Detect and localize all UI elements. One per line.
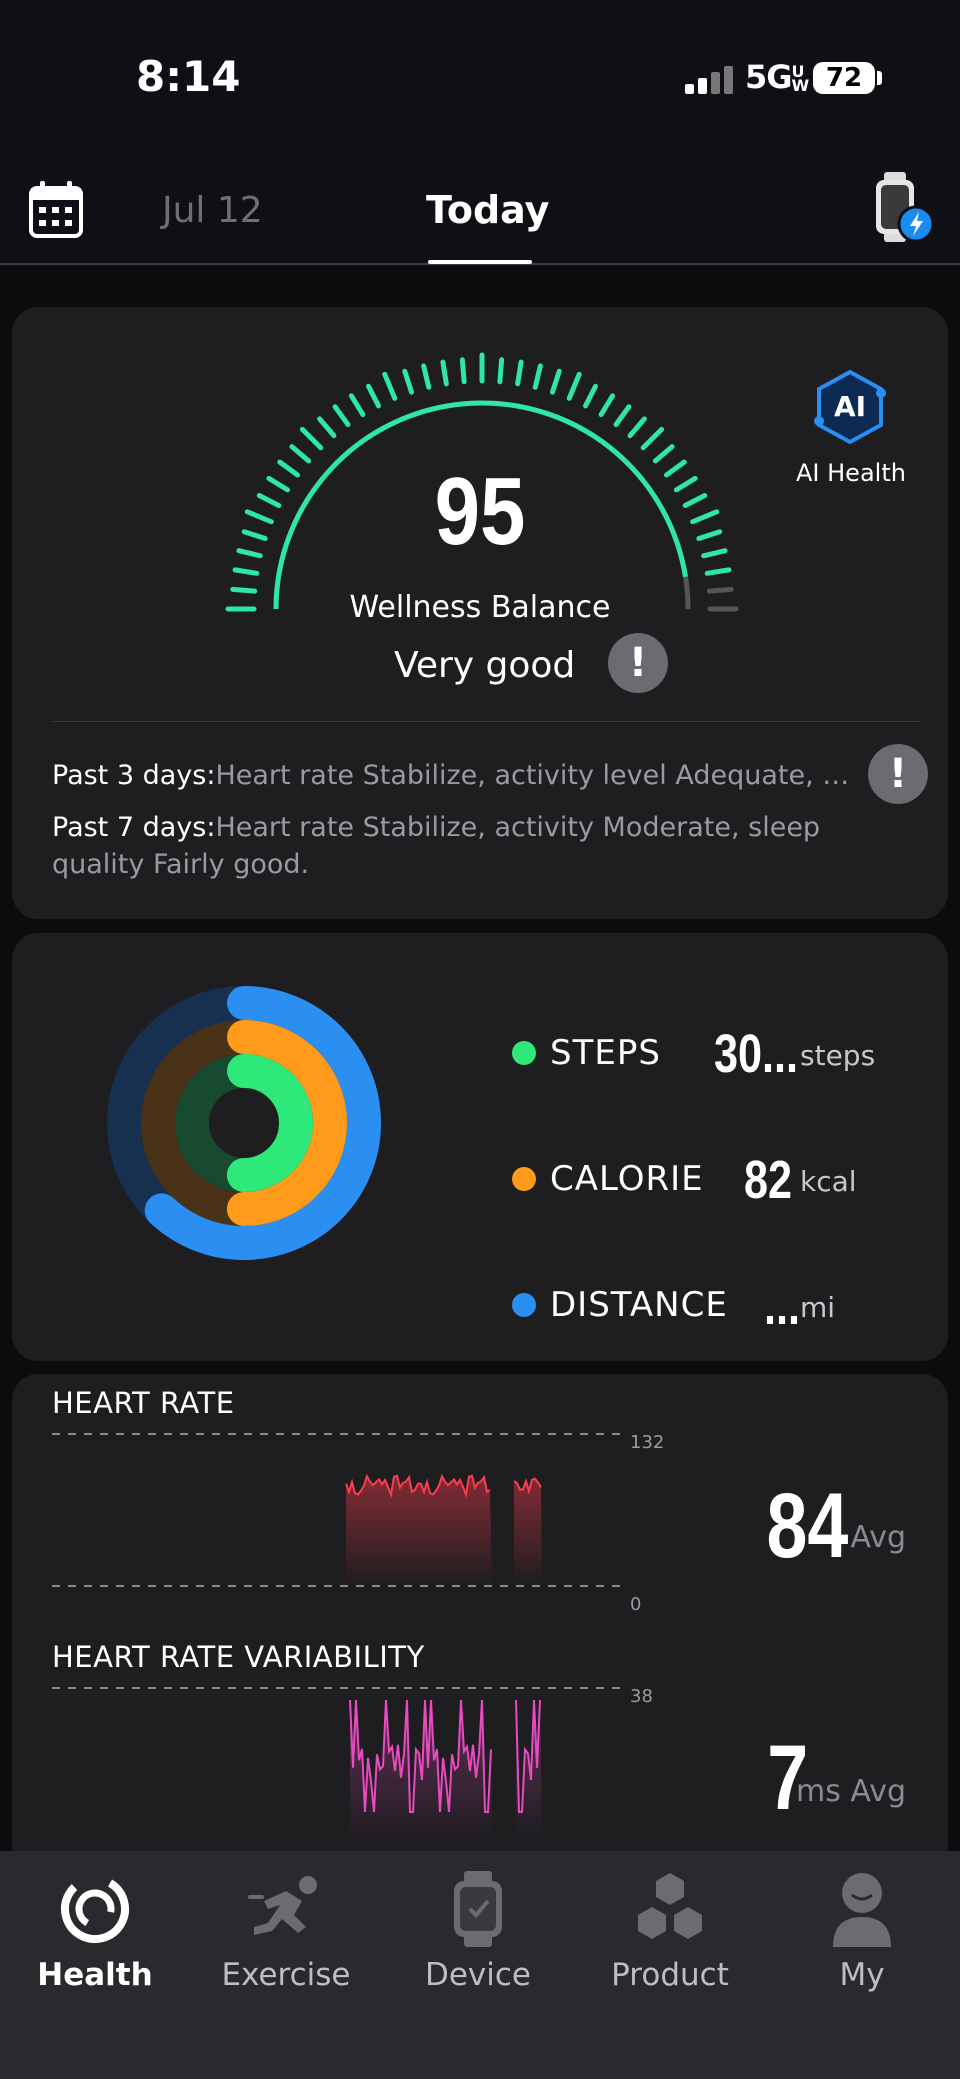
calorie-unit: kcal: [800, 1165, 857, 1198]
watch-charging-icon[interactable]: [872, 172, 938, 248]
ai-health-icon[interactable]: AI: [814, 369, 886, 445]
gauge-tick: [440, 359, 449, 387]
calorie-label: CALORIE: [550, 1159, 704, 1199]
status-bar: 8:14 5GUW 72: [0, 0, 960, 150]
hr-area: [346, 1475, 542, 1586]
gauge-tick: [613, 404, 632, 428]
hr-min-tick: 0: [630, 1594, 642, 1615]
nav-product[interactable]: Product: [580, 1871, 760, 1993]
steps-label: STEPS: [550, 1033, 661, 1073]
tab-previous-day[interactable]: Jul 12: [162, 190, 263, 231]
gauge-tick: [382, 371, 398, 401]
health-ring-icon: [61, 1875, 129, 1943]
gauge-tick: [232, 567, 260, 576]
gauge-tick: [402, 368, 415, 395]
ai-badge-text: AI: [834, 390, 866, 423]
distance-value: ...: [764, 1276, 801, 1336]
hrv-chart: [52, 1687, 627, 1840]
gauge-tick: [348, 393, 366, 418]
running-icon: [248, 1876, 317, 1935]
gauge-tick: [497, 357, 505, 385]
nav-my[interactable]: My: [772, 1871, 952, 1993]
wellness-label: Wellness Balance: [349, 590, 611, 625]
gauge-tick: [366, 383, 381, 409]
nav-product-label: Product: [611, 1957, 729, 1993]
ai-health-label[interactable]: AI Health: [796, 459, 906, 487]
calorie-value: 82: [744, 1150, 793, 1210]
hrv-title: HEART RATE VARIABILITY: [52, 1640, 425, 1674]
heart-rate-chart: [52, 1433, 627, 1587]
summary-7-days: Past 7 days:Heart rate Stabilize, activi…: [52, 812, 821, 880]
distance-label: DISTANCE: [550, 1285, 728, 1325]
battery-tip: [877, 71, 882, 85]
gauge-tick: [332, 404, 351, 428]
steps-unit: steps: [800, 1039, 876, 1072]
hrv-area: [350, 1700, 542, 1840]
activity-card[interactable]: STEPS 30... steps CALORIE 82 kcal DISTAN…: [12, 933, 948, 1361]
nav-device-label: Device: [424, 1957, 532, 1993]
gauge-tick: [583, 383, 598, 409]
hr-max-tick: 132: [630, 1432, 665, 1453]
wellness-score: 95: [434, 458, 526, 565]
gauge-tick: [532, 363, 543, 390]
nav-exercise[interactable]: Exercise: [196, 1871, 376, 1993]
network-type: 5GUW: [745, 58, 809, 96]
nav-device[interactable]: Device: [388, 1871, 568, 1993]
distance-unit: mi: [800, 1291, 836, 1324]
bottom-navigation: Health Exercise Device Product My: [0, 1851, 960, 2079]
gauge-tick: [515, 359, 524, 387]
smartwatch-icon: [454, 1871, 502, 1947]
gauge-tick: [627, 416, 647, 439]
hr-avg-unit: Avg: [850, 1520, 906, 1555]
status-time: 8:14: [136, 52, 241, 101]
summary-info-button[interactable]: !: [868, 744, 928, 804]
divider: [52, 721, 920, 722]
nav-health-label: Health: [37, 1957, 153, 1993]
date-navigation: Jul 12 Today: [0, 150, 960, 265]
gauge-tick: [299, 426, 324, 451]
steps-dot: [512, 1041, 536, 1065]
heart-rate-title: HEART RATE: [52, 1386, 235, 1420]
distance-dot: [512, 1293, 536, 1317]
signal-icon: [685, 64, 733, 94]
person-icon: [833, 1873, 891, 1947]
hexagons-icon: [638, 1873, 702, 1939]
wellness-rating: Very good: [394, 645, 576, 686]
summary-3-days: Past 3 days:Heart rate Stabilize, activi…: [52, 760, 852, 791]
nav-health[interactable]: Health: [5, 1871, 185, 1993]
calendar-icon[interactable]: [28, 180, 84, 244]
gauge-tick: [421, 363, 432, 390]
tab-today[interactable]: Today: [426, 188, 549, 232]
hr-avg-value: 84: [766, 1475, 848, 1577]
gauge-tick: [566, 371, 582, 401]
nav-exercise-label: Exercise: [221, 1957, 351, 1993]
gauge-tick: [459, 357, 467, 385]
wellness-card[interactable]: 95 Wellness Balance Very good ! AI AI He…: [12, 307, 948, 919]
gauge-tick: [317, 416, 337, 439]
gauge-tick: [704, 567, 732, 576]
hrv-max-tick: 38: [630, 1686, 653, 1707]
battery-icon: 72: [813, 62, 875, 94]
gauge-tick: [598, 393, 616, 418]
tab-active-indicator: [428, 260, 532, 264]
steps-value: 30...: [714, 1024, 799, 1084]
rating-info-button[interactable]: !: [608, 633, 668, 693]
gauge-tick: [549, 368, 562, 395]
hrv-avg-unit: ms Avg: [796, 1774, 906, 1809]
calorie-dot: [512, 1167, 536, 1191]
gauge-tick: [640, 426, 665, 451]
nav-my-label: My: [839, 1957, 885, 1993]
activity-rings: [107, 986, 381, 1260]
